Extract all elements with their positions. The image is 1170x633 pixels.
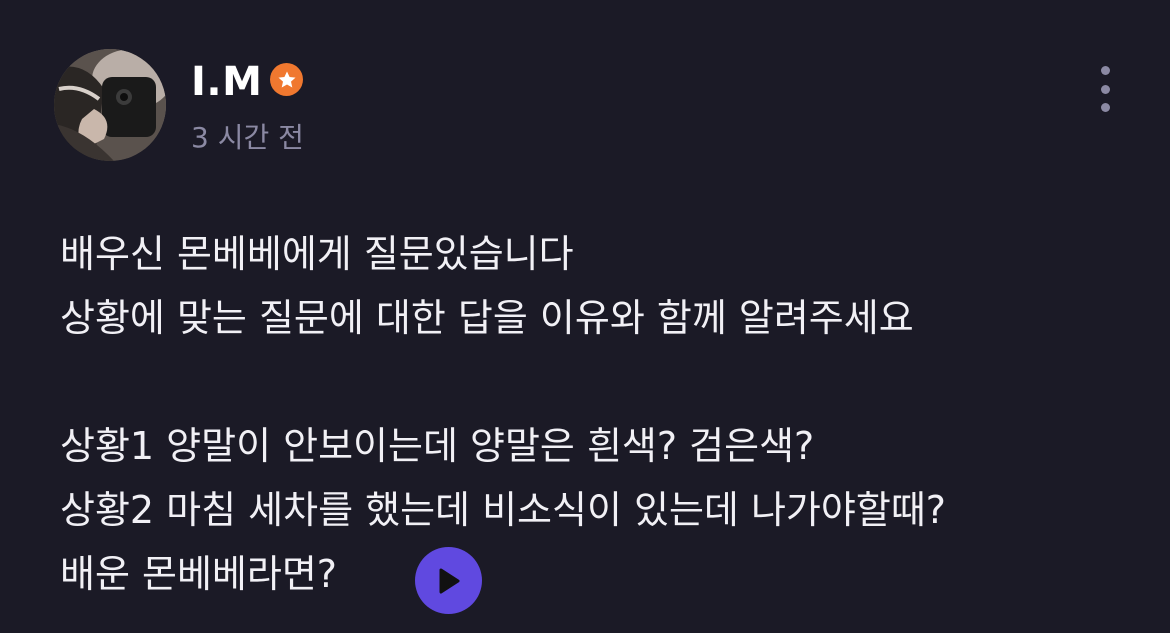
post-card: I.M 3 시간 전 배우신 몬베베에게 질문있습니다 상황에 맞는 질문에 대… xyxy=(0,0,1170,633)
post-body: 배우신 몬베베에게 질문있습니다 상황에 맞는 질문에 대한 답을 이유와 함께… xyxy=(60,222,1140,606)
post-line: 상황1 양말이 안보이는데 양말은 흰색? 검은색? xyxy=(60,424,815,468)
post-line: 배우신 몬베베에게 질문있습니다 xyxy=(60,232,574,276)
avatar-photo xyxy=(54,49,166,161)
post-line: 상황에 맞는 질문에 대한 답을 이유와 함께 알려주세요 xyxy=(60,296,914,340)
post-line: 배운 몬베베라면? xyxy=(60,552,337,596)
play-button[interactable] xyxy=(415,547,482,614)
play-icon xyxy=(439,568,459,593)
post-line: 상황2 마침 세차를 했는데 비소식이 있는데 나가야할때? xyxy=(60,488,946,532)
post-timestamp: 3 시간 전 xyxy=(191,121,304,154)
more-vertical-icon xyxy=(1100,66,1110,75)
author-name[interactable]: I.M xyxy=(191,58,262,106)
avatar[interactable] xyxy=(54,49,166,161)
star-badge-icon xyxy=(270,63,303,96)
more-options-button[interactable] xyxy=(1090,62,1120,116)
